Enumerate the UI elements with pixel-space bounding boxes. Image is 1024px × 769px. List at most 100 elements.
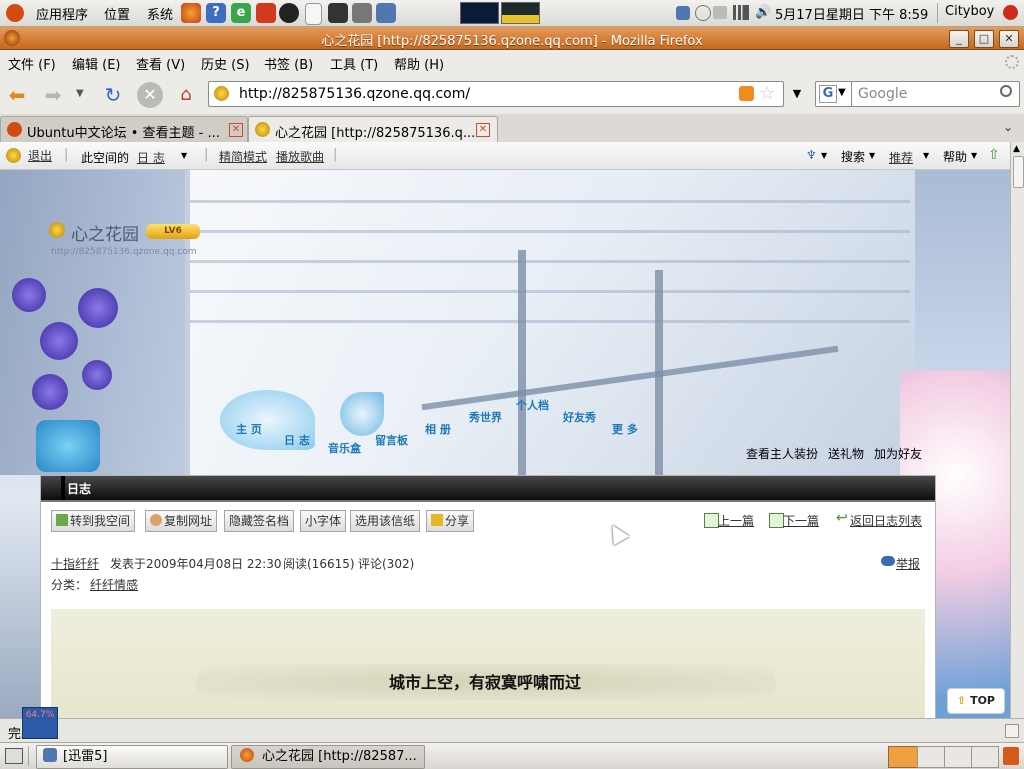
home-icon[interactable]: ⌂	[173, 82, 199, 108]
show-desktop-icon[interactable]	[5, 748, 23, 764]
menu-history[interactable]: 历史 (S)	[201, 54, 250, 73]
menu-help[interactable]: 帮助 (H)	[394, 54, 444, 73]
minimize-button[interactable]: _	[949, 30, 969, 48]
scroll-thumb[interactable]	[1013, 156, 1024, 188]
taskbar-firefox[interactable]: 心之花园 [http://82587...	[231, 745, 425, 769]
search-dropdown-icon[interactable]: ▼	[869, 151, 875, 160]
search-menu[interactable]: 搜索	[841, 148, 865, 165]
bookmark-star-icon[interactable]: ☆	[759, 83, 775, 104]
help-launcher-icon[interactable]: ?	[206, 3, 226, 23]
menu-edit[interactable]: 编辑 (E)	[72, 54, 121, 73]
scope-dropdown-icon[interactable]: ▼	[181, 151, 187, 160]
menu-tools[interactable]: 工具 (T)	[330, 54, 378, 73]
tab-ubuntu-forum[interactable]: Ubuntu中文论坛 • 查看主题 - ... ✕	[0, 116, 248, 143]
workspace-3[interactable]	[944, 746, 972, 768]
space-nav-show[interactable]: 秀世界	[469, 409, 502, 425]
scroll-up-icon[interactable]: ▲	[1013, 144, 1020, 154]
history-dropdown-icon[interactable]: ▼	[76, 88, 84, 99]
tray-clock-icon[interactable]	[695, 5, 711, 21]
author-link[interactable]: 十指纤纤	[51, 555, 99, 572]
tab-list-dropdown-icon[interactable]: ⌄	[1003, 120, 1013, 134]
recommend-menu[interactable]: 推荐	[889, 149, 913, 166]
copy-url-button[interactable]: 复制网址	[145, 510, 218, 532]
tray-printer-icon[interactable]	[713, 6, 727, 19]
recommend-dropdown-icon[interactable]: ▼	[923, 151, 929, 160]
menu-bookmarks[interactable]: 书签 (B)	[264, 54, 313, 73]
simple-mode-link[interactable]: 精简模式	[219, 148, 267, 165]
tab-close-icon[interactable]: ✕	[476, 123, 490, 137]
help-menu[interactable]: 帮助	[943, 148, 967, 165]
help-dropdown-icon[interactable]: ▼	[971, 151, 977, 160]
url-text[interactable]: http://825875136.qzone.qq.com/	[239, 86, 470, 102]
send-gift-link[interactable]: 送礼物	[828, 445, 864, 462]
space-nav-photos[interactable]: 相 册	[425, 421, 451, 437]
text-editor-launcher-icon[interactable]	[305, 3, 322, 25]
report-link[interactable]: 举报	[896, 555, 920, 572]
search-magnifier-icon[interactable]	[1000, 85, 1012, 97]
window-titlebar[interactable]: 心之花园 [http://825875136.qzone.qq.com] - M…	[0, 27, 1024, 50]
space-nav-home[interactable]: 主 页	[236, 421, 262, 437]
category-link[interactable]: 纤纤情感	[90, 576, 138, 593]
logout-link[interactable]: 退出	[28, 147, 52, 164]
workspace-1[interactable]	[888, 746, 918, 768]
ie-launcher-icon[interactable]: e	[231, 3, 251, 23]
space-nav-more[interactable]: 更 多	[612, 421, 638, 437]
thunder-launcher-icon[interactable]	[376, 3, 396, 23]
back-to-list-link[interactable]: 返回日志列表	[850, 512, 922, 529]
workspace-4[interactable]	[971, 746, 999, 768]
trash-icon[interactable]	[1003, 747, 1019, 765]
menu-places[interactable]: 位置	[104, 4, 130, 23]
search-input[interactable]: Google	[858, 86, 907, 102]
share-button[interactable]: 分享	[426, 510, 475, 532]
stop-icon[interactable]: ✕	[137, 82, 163, 108]
firefox-launcher-icon[interactable]	[181, 3, 201, 23]
space-nav-guestbook[interactable]: 留言板	[375, 432, 408, 448]
add-friend-link[interactable]: 加为好友	[874, 445, 922, 462]
engine-dropdown-icon[interactable]: ▼	[838, 87, 846, 98]
screenshot-launcher-icon[interactable]	[352, 3, 372, 23]
terminal-launcher-icon[interactable]	[328, 3, 348, 23]
view-decoration-link[interactable]: 查看主人装扮	[746, 445, 818, 462]
close-button[interactable]: ✕	[999, 30, 1019, 48]
username[interactable]: Cityboy	[945, 4, 994, 19]
page-vertical-scrollbar[interactable]: ▲	[1010, 142, 1024, 718]
forward-arrow-icon[interactable]: ➡	[40, 82, 66, 108]
url-bar[interactable]: http://825875136.qzone.qq.com/ ☆ ▼	[208, 81, 801, 107]
antenna-dropdown-icon[interactable]: ▼	[821, 151, 827, 160]
level-badge[interactable]: LV6	[146, 224, 200, 239]
search-bar[interactable]: G ▼ Google	[815, 81, 1020, 107]
space-nav-music[interactable]: 音乐盒	[328, 440, 361, 456]
next-post-link[interactable]: 下一篇	[783, 512, 819, 529]
workspace-2[interactable]	[917, 746, 945, 768]
shield-launcher-icon[interactable]	[256, 3, 276, 23]
back-arrow-icon[interactable]: ⬅	[4, 82, 30, 108]
space-nav-blog[interactable]: 日 志	[284, 432, 310, 448]
qq-launcher-icon[interactable]	[279, 3, 299, 23]
up-arrow-icon[interactable]: ⇧	[988, 147, 1000, 163]
network-signal-icon[interactable]	[733, 5, 749, 20]
menu-file[interactable]: 文件 (F)	[8, 54, 56, 73]
top-button[interactable]: ⇧ TOP	[947, 688, 1005, 714]
use-stationery-button[interactable]: 选用该信纸	[350, 510, 421, 532]
menu-applications[interactable]: 应用程序	[36, 4, 88, 23]
tab-qzone[interactable]: 心之花园 [http://825875136.q... ✕	[248, 116, 498, 143]
clock[interactable]: 5月17日星期日 下午 8:59	[775, 4, 928, 23]
status-resize-grip-icon[interactable]	[1005, 724, 1019, 738]
url-dropdown-icon[interactable]: ▼	[783, 82, 810, 106]
volume-icon[interactable]: 🔊	[755, 5, 771, 20]
menu-view[interactable]: 查看 (V)	[136, 54, 185, 73]
tray-thunder-icon[interactable]	[676, 6, 690, 20]
hide-signature-button[interactable]: 隐藏签名档	[224, 510, 295, 532]
power-icon[interactable]	[1003, 5, 1018, 20]
rss-feed-icon[interactable]	[739, 86, 754, 101]
tab-close-icon[interactable]: ✕	[229, 123, 243, 137]
maximize-button[interactable]: □	[974, 30, 994, 48]
space-nav-friends-show[interactable]: 好友秀	[563, 409, 596, 425]
reload-icon[interactable]: ↻	[100, 82, 126, 108]
space-scope-select[interactable]: 日 志	[137, 149, 165, 166]
antenna-icon[interactable]: ♆	[806, 148, 820, 162]
small-font-button[interactable]: 小字体	[300, 510, 347, 532]
prev-post-link[interactable]: 上一篇	[718, 512, 754, 529]
goto-my-space-button[interactable]: 转到我空间	[51, 510, 136, 532]
play-music-link[interactable]: 播放歌曲	[276, 148, 324, 165]
